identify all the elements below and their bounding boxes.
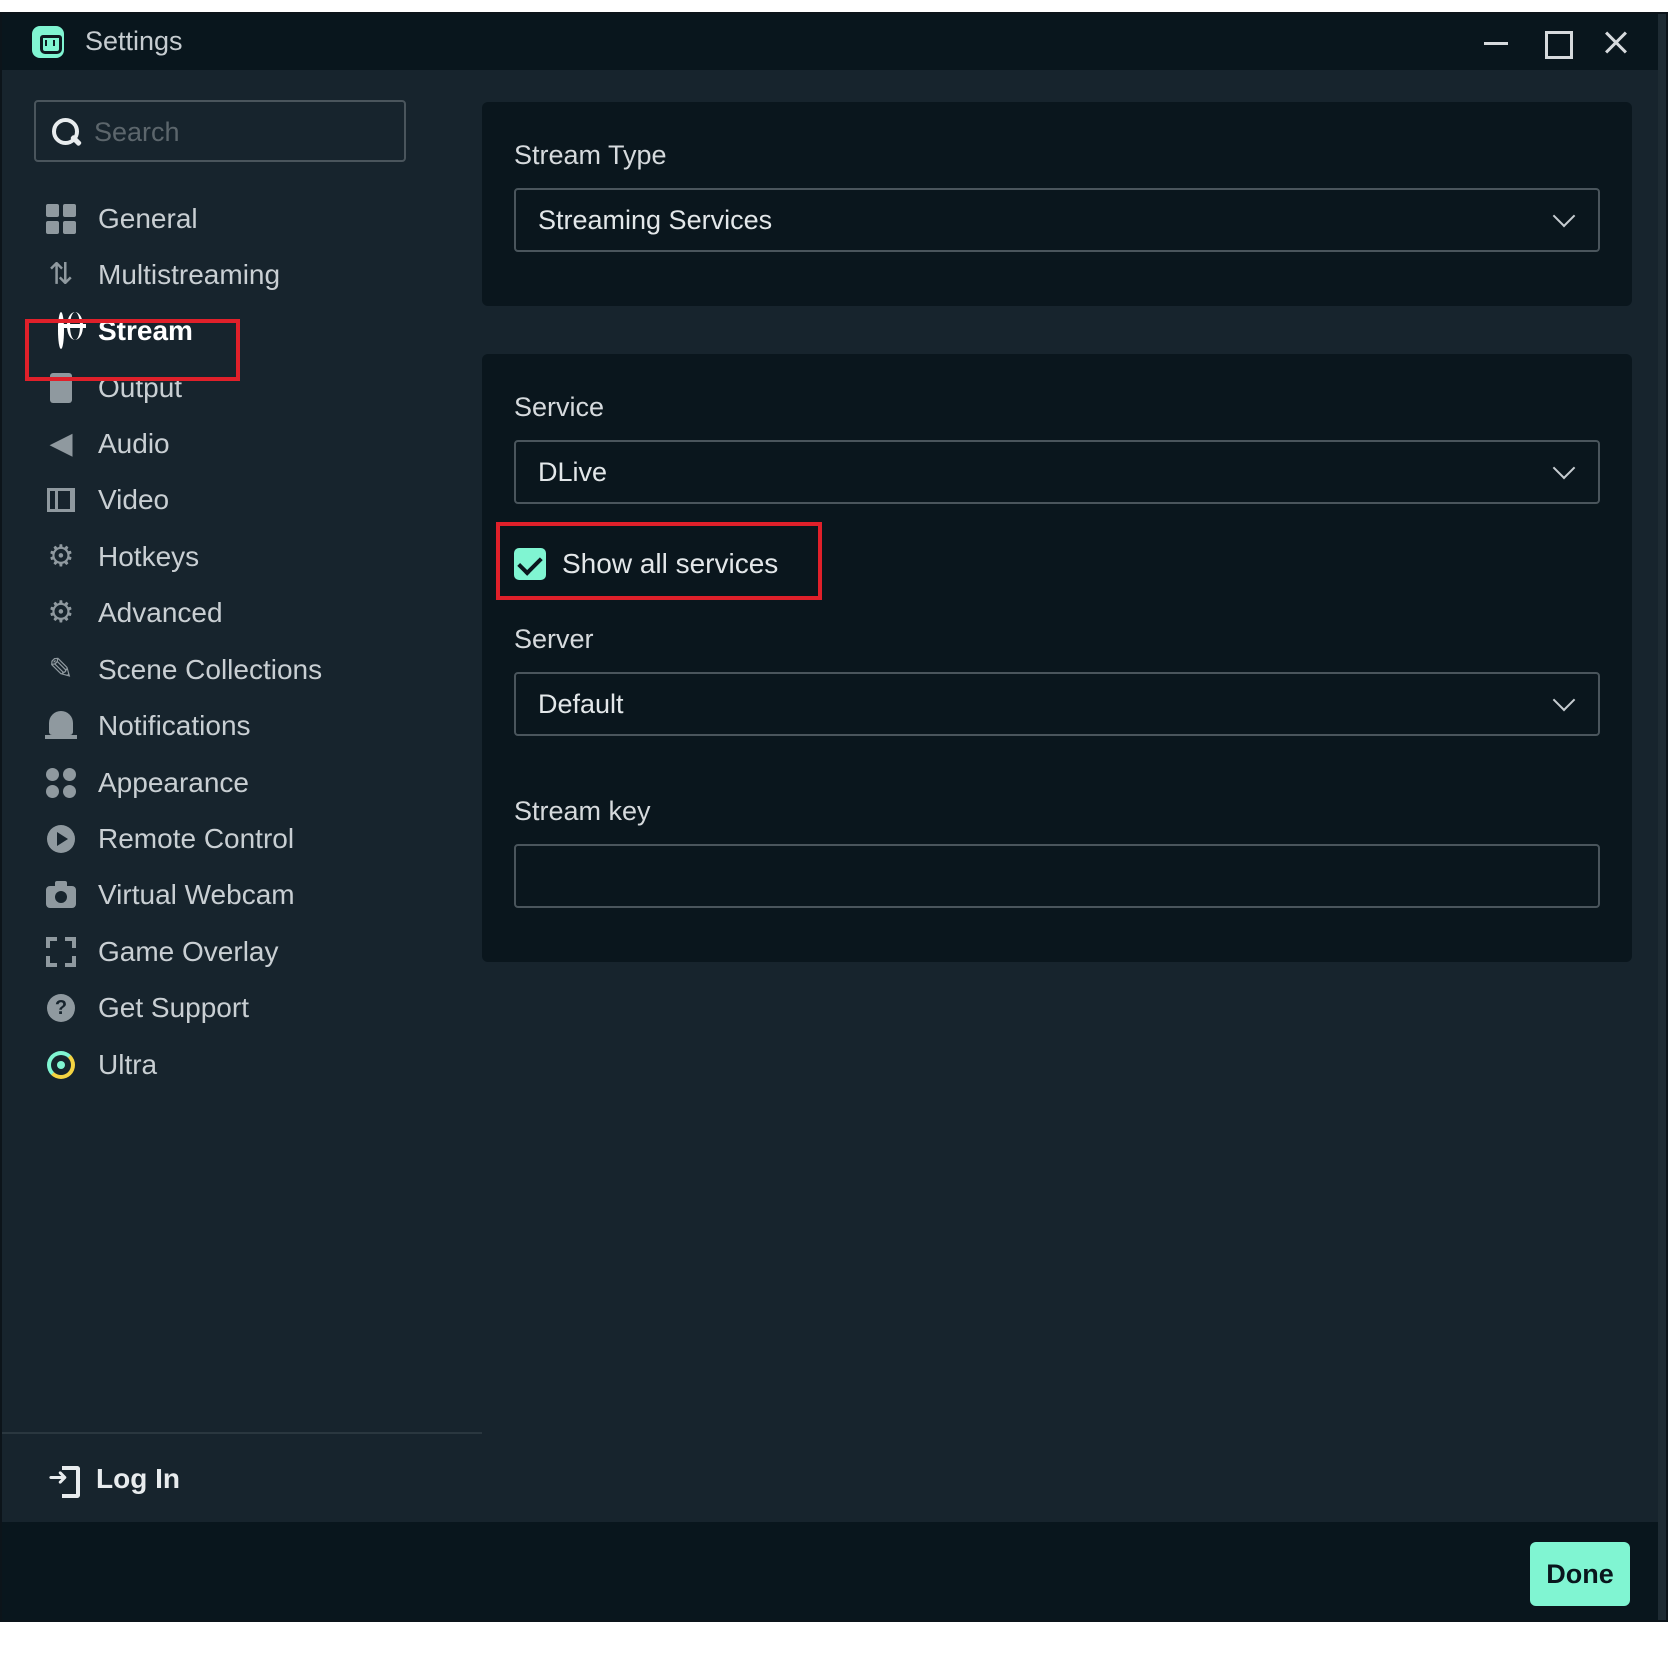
sidebar-item-game-overlay[interactable]: Game Overlay (30, 925, 450, 979)
window-title: Settings (85, 26, 183, 56)
settings-content: Stream Type Streaming Services Service D… (482, 70, 1666, 1522)
service-select[interactable]: DLive (514, 440, 1600, 504)
sidebar-item-label: Scene Collections (98, 654, 323, 685)
sidebar-item-stream[interactable]: Stream (30, 304, 450, 358)
sidebar-item-label: Output (98, 372, 183, 403)
grid-icon (44, 202, 78, 236)
stream-type-card: Stream Type Streaming Services (482, 102, 1632, 306)
speaker-icon: ◀ (49, 427, 73, 460)
help-icon: ? (44, 991, 78, 1025)
show-all-services-checkbox-row[interactable]: Show all services (514, 548, 778, 580)
sidebar-item-label: General (98, 203, 198, 234)
server-value: Default (538, 688, 624, 719)
window-edge (1658, 14, 1666, 1620)
camera-icon (44, 878, 78, 912)
maximize-icon[interactable] (1536, 22, 1576, 62)
search-box (34, 100, 406, 162)
sidebar-item-advanced[interactable]: ⚙ Advanced (30, 586, 450, 640)
done-button[interactable]: Done (1530, 1542, 1630, 1606)
service-card: Service DLive Show all services Server D… (482, 354, 1632, 962)
server-select[interactable]: Default (514, 672, 1600, 736)
login-label: Log In (96, 1463, 180, 1494)
gear-icon: ⚙ (47, 540, 75, 573)
sidebar-item-label: Advanced (98, 597, 223, 628)
play-circle-icon (44, 822, 78, 856)
chevron-down-icon (1552, 456, 1576, 480)
sidebar-item-label: Audio (98, 428, 170, 459)
chevron-down-icon (1552, 688, 1576, 712)
minimize-icon[interactable] (1476, 22, 1516, 62)
stream-key-input[interactable] (514, 844, 1600, 908)
show-all-services-label: Show all services (562, 548, 779, 579)
sidebar-item-video[interactable]: Video (30, 473, 450, 527)
sidebar-item-scene-collections[interactable]: ✎ Scene Collections (30, 643, 450, 697)
login-icon (48, 1462, 82, 1498)
sidebar-item-label: Virtual Webcam (98, 879, 295, 910)
sidebar-item-multistreaming[interactable]: ⇅ Multistreaming (30, 248, 450, 302)
multistream-icon: ⇅ (48, 258, 74, 291)
sidebar-item-label: Appearance (98, 767, 250, 798)
sidebar-item-label: Video (98, 484, 170, 515)
sidebar-item-output[interactable]: Output (30, 361, 450, 415)
ultra-icon (44, 1048, 78, 1082)
show-all-services-checkbox[interactable] (514, 548, 546, 580)
globe-icon (44, 312, 78, 349)
chevron-down-icon (1552, 204, 1576, 228)
sidebar-item-label: Notifications (98, 710, 251, 741)
server-label: Server (514, 624, 594, 654)
stream-type-label: Stream Type (514, 140, 667, 170)
service-label: Service (514, 392, 605, 422)
close-icon[interactable] (1596, 22, 1636, 62)
login-button[interactable]: Log In (48, 1462, 180, 1498)
scene-collections-icon: ✎ (48, 653, 74, 686)
sidebar-item-notifications[interactable]: Notifications (30, 699, 450, 753)
sidebar-item-virtual-webcam[interactable]: Virtual Webcam (30, 868, 450, 922)
stream-key-label: Stream key (514, 796, 651, 826)
expand-icon (44, 935, 78, 969)
appearance-icon (44, 766, 78, 800)
footer: Done (2, 1522, 1666, 1620)
gears-icon: ⚙ (47, 596, 75, 629)
sidebar-item-general[interactable]: General (30, 192, 450, 246)
stream-type-select[interactable]: Streaming Services (514, 188, 1600, 252)
sidebar-item-label: Game Overlay (98, 936, 279, 967)
sidebar-item-label: Multistreaming (98, 259, 281, 290)
app-logo-icon (32, 26, 64, 58)
film-icon (44, 483, 78, 517)
sidebar-item-get-support[interactable]: ? Get Support (30, 981, 450, 1035)
sidebar-item-label: Hotkeys (98, 541, 200, 572)
sidebar-divider (2, 1432, 482, 1434)
sidebar-item-label: Stream (98, 315, 193, 346)
sidebar-item-appearance[interactable]: Appearance (30, 756, 450, 810)
search-input[interactable] (94, 112, 394, 152)
service-value: DLive (538, 456, 608, 487)
sidebar-item-audio[interactable]: ◀ Audio (30, 417, 450, 471)
sidebar-item-remote-control[interactable]: Remote Control (30, 812, 450, 866)
search-icon (50, 116, 82, 148)
settings-window: Settings General ⇅ Multistreaming Stream… (0, 12, 1668, 1622)
sidebar-item-label: Get Support (98, 992, 249, 1023)
title-bar: Settings (2, 14, 1666, 70)
sidebar: General ⇅ Multistreaming Stream Output ◀… (2, 70, 482, 1522)
sidebar-item-ultra[interactable]: Ultra (30, 1038, 450, 1092)
output-icon (44, 371, 78, 405)
sidebar-item-label: Ultra (98, 1049, 158, 1080)
stream-type-value: Streaming Services (538, 204, 773, 235)
sidebar-item-hotkeys[interactable]: ⚙ Hotkeys (30, 530, 450, 584)
sidebar-item-label: Remote Control (98, 823, 295, 854)
bell-icon (44, 709, 78, 743)
